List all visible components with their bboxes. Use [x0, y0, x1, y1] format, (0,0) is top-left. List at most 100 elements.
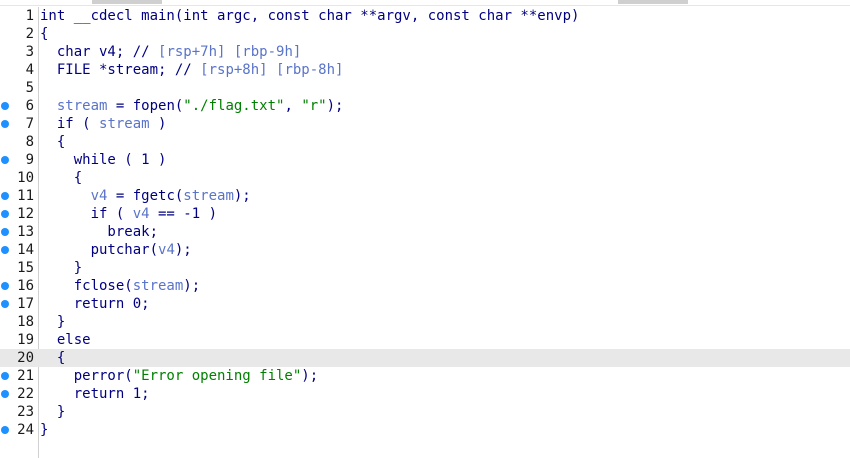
code-line[interactable]: 23 }	[0, 403, 850, 421]
code-line[interactable]: 24}	[0, 421, 850, 439]
code-line[interactable]: 7 if ( stream )	[0, 115, 850, 133]
breakpoint-dot-icon[interactable]	[1, 372, 9, 380]
code-text[interactable]: FILE *stream; // [rsp+8h] [rbp-8h]	[40, 61, 344, 79]
code-line[interactable]: 14 putchar(v4);	[0, 241, 850, 259]
code-token: return 1;	[40, 386, 150, 402]
code-text[interactable]: break;	[40, 223, 158, 241]
code-line[interactable]: 11 v4 = fgetc(stream);	[0, 187, 850, 205]
line-number: 24	[17, 422, 34, 438]
code-token: int __cdecl main(int argc, const char **…	[40, 8, 580, 24]
variable-token: v4	[90, 188, 108, 204]
code-text[interactable]: {	[40, 133, 65, 151]
breakpoint-dot-icon[interactable]	[1, 426, 9, 434]
comment-token: [rsp+7h] [rbp-9h]	[158, 44, 302, 60]
variable-token: v4	[132, 206, 150, 222]
code-line[interactable]: 9 while ( 1 )	[0, 151, 850, 169]
code-line[interactable]: 15 }	[0, 259, 850, 277]
line-number: 7	[25, 116, 34, 132]
code-text[interactable]: return 0;	[40, 295, 150, 313]
line-number: 11	[17, 188, 34, 204]
code-token: );	[174, 242, 192, 258]
code-line[interactable]: 22 return 1;	[0, 385, 850, 403]
code-line[interactable]: 13 break;	[0, 223, 850, 241]
line-number: 19	[17, 332, 34, 348]
line-number: 1	[25, 8, 34, 24]
string-literal: "Error opening file"	[132, 368, 302, 384]
code-token: {	[40, 350, 66, 366]
breakpoint-dot-icon[interactable]	[1, 300, 9, 308]
code-token: );	[233, 188, 251, 204]
code-token: if (	[40, 206, 133, 222]
code-token: if (	[40, 116, 100, 132]
code-text[interactable]: int __cdecl main(int argc, const char **…	[40, 7, 579, 25]
tab-stub[interactable]	[618, 0, 688, 4]
code-token: );	[183, 278, 201, 294]
breakpoint-dot-icon[interactable]	[1, 282, 9, 290]
code-token: perror(	[40, 368, 133, 384]
code-line[interactable]: 4 FILE *stream; // [rsp+8h] [rbp-8h]	[0, 61, 850, 79]
breakpoint-dot-icon[interactable]	[1, 210, 9, 218]
code-text[interactable]: }	[40, 313, 65, 331]
code-line[interactable]: 3 char v4; // [rsp+7h] [rbp-9h]	[0, 43, 850, 61]
line-number: 13	[17, 224, 34, 240]
breakpoint-dot-icon[interactable]	[1, 246, 9, 254]
code-token: {	[40, 170, 83, 186]
breakpoint-dot-icon[interactable]	[1, 192, 9, 200]
code-line[interactable]: 2{	[0, 25, 850, 43]
code-text[interactable]: char v4; // [rsp+7h] [rbp-9h]	[40, 43, 301, 61]
code-token: == -1 )	[149, 206, 218, 222]
pseudocode-editor[interactable]: 1 int __cdecl main(int argc, const char *…	[0, 7, 850, 458]
code-line[interactable]: 1 int __cdecl main(int argc, const char *…	[0, 7, 850, 25]
code-line[interactable]: 16 fclose(stream);	[0, 277, 850, 295]
code-line[interactable]: 5	[0, 79, 850, 97]
code-text[interactable]: {	[40, 25, 48, 43]
tab-stub[interactable]	[92, 0, 162, 4]
code-text[interactable]: if ( stream )	[40, 115, 167, 133]
code-text[interactable]: }	[40, 403, 65, 421]
variable-token: stream	[99, 116, 150, 132]
string-literal: "r"	[301, 98, 327, 114]
variable-token: v4	[158, 242, 175, 258]
line-number: 15	[17, 260, 34, 276]
code-text[interactable]: stream = fopen("./flag.txt", "r");	[40, 97, 344, 115]
line-number: 12	[17, 206, 34, 222]
breakpoint-dot-icon[interactable]	[1, 156, 9, 164]
code-text[interactable]: putchar(v4);	[40, 241, 192, 259]
code-text[interactable]: if ( v4 == -1 )	[40, 205, 217, 223]
breakpoint-dot-icon[interactable]	[1, 120, 9, 128]
line-number: 10	[17, 170, 34, 186]
code-token: }	[40, 422, 49, 438]
code-text[interactable]: fclose(stream);	[40, 277, 200, 295]
line-number: 20	[17, 350, 34, 366]
code-text[interactable]: perror("Error opening file");	[40, 367, 318, 385]
breakpoint-dot-icon[interactable]	[1, 102, 9, 110]
code-token: = fopen(	[107, 98, 184, 114]
code-line[interactable]: 17 return 0;	[0, 295, 850, 313]
code-token: {	[40, 26, 49, 42]
code-text[interactable]: }	[40, 259, 82, 277]
code-text[interactable]: while ( 1 )	[40, 151, 167, 169]
code-token: char v4; //	[40, 44, 159, 60]
code-text[interactable]: v4 = fgetc(stream);	[40, 187, 251, 205]
breakpoint-dot-icon[interactable]	[1, 228, 9, 236]
breakpoint-dot-icon[interactable]	[1, 390, 9, 398]
variable-token: stream	[56, 98, 108, 114]
code-line[interactable]: 6 stream = fopen("./flag.txt", "r");	[0, 97, 850, 115]
code-token: }	[40, 404, 66, 420]
code-text[interactable]: {	[40, 169, 82, 187]
code-token: }	[40, 314, 66, 330]
code-text[interactable]: {	[40, 349, 65, 367]
code-line[interactable]: 19 else	[0, 331, 850, 349]
code-line[interactable]: 21 perror("Error opening file");	[0, 367, 850, 385]
code-line[interactable]: 18 }	[0, 313, 850, 331]
code-line[interactable]: 20 {	[0, 349, 850, 367]
line-number: 17	[17, 296, 34, 312]
code-line[interactable]: 12 if ( v4 == -1 )	[0, 205, 850, 223]
code-line[interactable]: 10 {	[0, 169, 850, 187]
code-text[interactable]: }	[40, 421, 48, 439]
code-text[interactable]: else	[40, 331, 91, 349]
code-text[interactable]: return 1;	[40, 385, 150, 403]
line-number: 22	[17, 386, 34, 402]
code-line[interactable]: 8 {	[0, 133, 850, 151]
